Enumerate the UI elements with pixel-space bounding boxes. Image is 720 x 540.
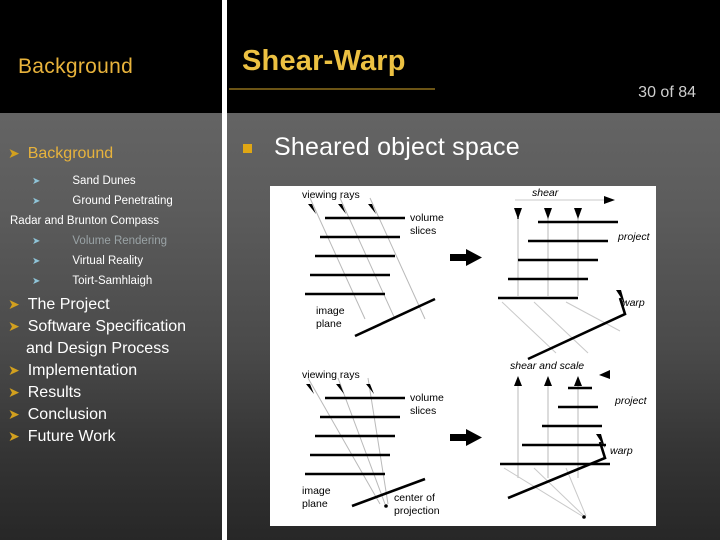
slide-number: 30 of 84 [638,84,696,101]
sidebar-item-virtual-reality[interactable]: ➤ Virtual Reality [32,255,143,267]
figure-label-warp: warp [622,297,645,309]
square-bullet-icon [243,144,252,153]
sidebar-item-background[interactable]: ➤ Background [8,145,113,163]
sidebar-item-conclusion[interactable]: ➤ Conclusion [8,406,107,424]
figure-label-shear: shear [532,187,559,199]
figure-label-image: image [302,485,331,497]
sidebar-item-label: Toirt-Samhlaigh [72,275,153,287]
figure-label-viewing-rays: viewing rays [302,189,360,201]
content-heading: Sheared object space [243,133,520,162]
sidebar-item-label: Sand Dunes [72,175,136,187]
slide-header: Background Shear-Warp 30 of 84 [0,0,720,113]
chevron-right-icon: ➤ [8,384,20,400]
figure-label-project: project [617,231,651,243]
figure-label-projection: projection [394,505,440,517]
header-vertical-divider [222,0,227,113]
chevron-right-icon: ➤ [8,406,20,422]
presentation-slide: Background Shear-Warp 30 of 84 ➤ Backgro… [0,0,720,540]
sidebar-item-label: Software Specification [27,318,187,335]
chevron-right-icon: ➤ [32,256,41,267]
figure-label-volume: volume [410,212,444,224]
sidebar-item-label: Virtual Reality [72,255,144,267]
figure-label-volume: volume [410,392,444,404]
sidebar-item-label-continuation: Radar and Brunton Compass [10,215,159,227]
sidebar-item-label: Background [27,145,114,162]
sidebar-item-label: Volume Rendering [72,235,168,247]
chevron-right-icon: ➤ [8,318,20,334]
sidebar-item-implementation[interactable]: ➤ Implementation [8,362,137,380]
figure-label-viewing-rays: viewing rays [302,369,360,381]
sidebar-item-label-continuation: and Design Process [26,340,170,357]
page-title: Shear-Warp [242,45,406,77]
body-vertical-divider [222,113,227,540]
chevron-right-icon: ➤ [32,236,41,247]
sidebar-item-future-work[interactable]: ➤ Future Work [8,428,115,446]
figure-label-plane: plane [302,498,328,510]
chevron-right-icon: ➤ [8,428,20,444]
figure-label-project: project [614,395,648,407]
title-underline [229,88,435,90]
chevron-right-icon: ➤ [8,362,20,378]
figure-label-warp: warp [610,445,633,457]
chevron-right-icon: ➤ [32,276,41,287]
sidebar-item-label: Conclusion [27,406,107,423]
chevron-right-icon: ➤ [8,296,20,312]
figure-label-image: image [316,305,345,317]
sidebar-item-volume-rendering[interactable]: ➤ Volume Rendering [32,235,167,247]
shear-warp-figure: viewing rays volume slices image plane s… [270,186,656,526]
figure-label-center-of: center of [394,492,435,504]
sidebar-item-label: Results [27,384,82,401]
outline-sidebar: ➤ Background ➤ Sand Dunes ➤ Ground Penet… [0,113,222,540]
sidebar-item-ground-penetrating-radar[interactable]: ➤ Ground Penetrating [32,195,173,207]
content-heading-text: Sheared object space [274,133,520,161]
chevron-right-icon: ➤ [32,196,41,207]
figure-label-shear-and-scale: shear and scale [510,360,584,372]
sidebar-item-toirt-samhlaigh[interactable]: ➤ Toirt-Samhlaigh [32,275,152,287]
sidebar-item-results[interactable]: ➤ Results [8,384,81,402]
sidebar-item-the-project[interactable]: ➤ The Project [8,296,110,314]
figure-label-slices: slices [410,225,436,237]
sidebar-item-label: The Project [27,296,110,313]
sidebar-item-label: Ground Penetrating [72,195,173,207]
figure-label-plane: plane [316,318,342,330]
figure-label-slices: slices [410,405,436,417]
section-label: Background [18,55,134,78]
sidebar-item-label: Future Work [27,428,116,445]
chevron-right-icon: ➤ [8,145,20,161]
sidebar-item-software-specification[interactable]: ➤ Software Specification [8,318,186,336]
sidebar-item-sand-dunes[interactable]: ➤ Sand Dunes [32,175,136,187]
shear-warp-diagram: viewing rays volume slices image plane s… [270,186,656,526]
sidebar-item-label: Implementation [27,362,138,379]
chevron-right-icon: ➤ [32,176,41,187]
